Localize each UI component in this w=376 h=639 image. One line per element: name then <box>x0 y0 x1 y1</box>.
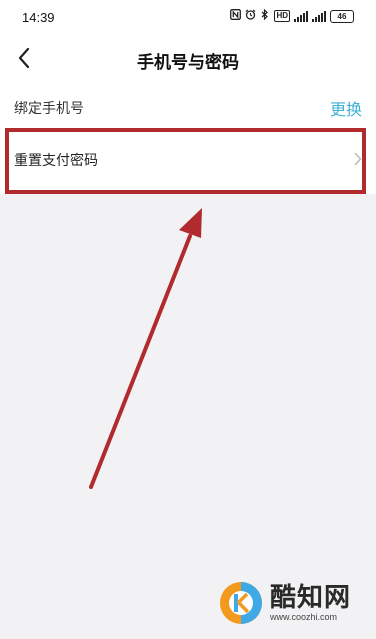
status-bar: 14:39 HD 46 <box>0 0 376 36</box>
hd-icon: HD <box>274 10 290 22</box>
signal-icon <box>312 10 326 22</box>
nav-bar: 手机号与密码 <box>0 36 376 82</box>
change-phone-button[interactable]: 更换 <box>330 96 362 120</box>
nfc-icon <box>230 9 242 23</box>
watermark-url: www.coozhi.com <box>270 612 338 622</box>
bound-phone-row: 绑定手机号 更换 <box>0 82 376 128</box>
bound-phone-label: 绑定手机号 <box>14 101 84 117</box>
bluetooth-icon <box>260 8 270 23</box>
watermark: 酷知网 www.coozhi.com <box>218 580 351 626</box>
reset-pay-password-row[interactable]: 重置支付密码 <box>0 128 376 194</box>
reset-pay-password-label: 重置支付密码 <box>14 153 98 169</box>
status-time: 14:39 <box>22 10 55 25</box>
signal-icon <box>294 10 308 22</box>
watermark-brand: 酷知网 <box>270 583 352 613</box>
chevron-right-icon <box>354 152 362 166</box>
status-icons: HD 46 <box>230 8 354 23</box>
page-title: 手机号与密码 <box>137 53 239 73</box>
coozhi-logo-icon <box>220 582 262 624</box>
battery-indicator: 46 <box>330 9 354 23</box>
alarm-icon <box>245 9 256 23</box>
